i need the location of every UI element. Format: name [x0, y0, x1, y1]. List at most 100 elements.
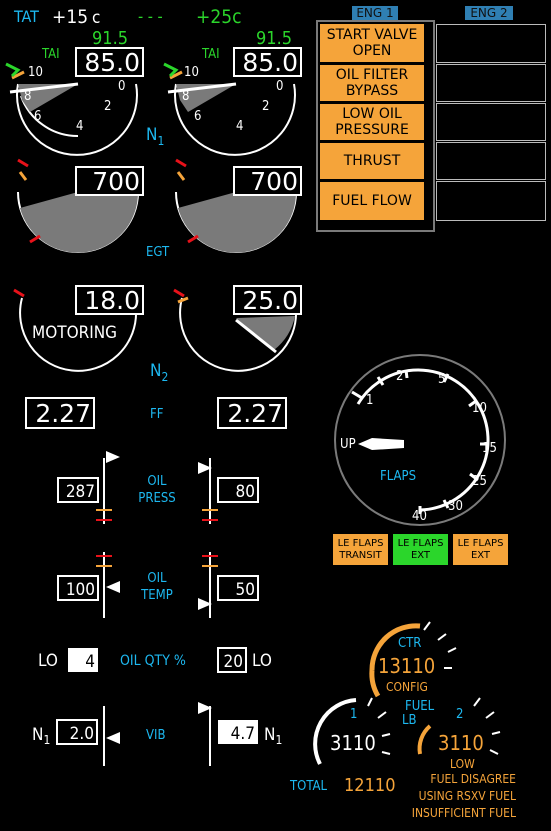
- n1-left-tick-0: 0: [118, 79, 125, 94]
- le-flaps-transit-light: LE FLAPS TRANSIT: [333, 534, 388, 565]
- n1-left-target: 91.5: [92, 28, 128, 49]
- fuel-tank1-gauge: 1 3110: [313, 697, 391, 765]
- n1-right-tick-2: 2: [262, 99, 269, 114]
- alert-eng2-slot-2: [436, 64, 546, 102]
- oil-qty-left-lo: LO: [38, 651, 58, 671]
- egt-left-gauge: 700: [17, 158, 144, 253]
- oil-qty-label: OIL QTY %: [120, 653, 186, 669]
- n1-right-tick-4: 4: [236, 119, 243, 134]
- n1-left-tick-6: 6: [34, 109, 41, 124]
- alert-oil-filter-bypass: OIL FILTER BYPASS: [320, 65, 424, 101]
- vib-right-n-label: N1: [264, 725, 282, 747]
- n2-right-value: 25.0: [242, 286, 298, 315]
- alert-eng2-slot-1: [436, 24, 546, 63]
- oil-press-right-value: 80: [236, 482, 255, 502]
- fuel-tank1-value: 3110: [330, 731, 376, 755]
- eng2-header: ENG 2: [465, 6, 513, 20]
- n1-left-gauge: 91.5 TAI 10 8 6 4 2 0 85.0: [5, 28, 144, 156]
- egt-label: EGT: [146, 245, 170, 260]
- oil-temp-right-value: 50: [236, 580, 255, 600]
- oil-temp-left-scale: 100: [57, 552, 120, 618]
- flaps-mark-30: 30: [448, 499, 463, 514]
- alert-eng2-slot-3: [436, 103, 546, 141]
- n1-right-value: 85.0: [242, 48, 298, 77]
- flaps-mark-25: 25: [472, 474, 487, 489]
- tai-left-label: TAI: [41, 47, 60, 62]
- n2-right-gauge: 25.0: [173, 285, 302, 372]
- n1-left-tick-10: 10: [28, 65, 43, 80]
- fuel-ctr-value: 13110: [378, 654, 435, 678]
- n1-left-tick-4: 4: [76, 119, 83, 134]
- n1-left-tick-8: 8: [24, 89, 31, 104]
- oil-press-left-scale: 287: [57, 451, 120, 524]
- fuel-lb-label: LB: [402, 713, 417, 728]
- fuel-msg-insufficient: INSUFFICIENT FUEL: [412, 806, 516, 820]
- tat-unit: c: [92, 8, 100, 28]
- flaps-mark-1: 1: [366, 393, 373, 408]
- oil-press-left-value: 287: [66, 482, 95, 502]
- n2-label: N2: [150, 361, 168, 384]
- oil-temp-right-scale: 50: [198, 552, 259, 618]
- vib-left-value: 2.0: [70, 724, 94, 744]
- fuel-msg-rsxv: USING RSXV FUEL: [419, 789, 516, 803]
- oil-temp-left-value: 100: [66, 580, 95, 600]
- eng1-header: ENG 1: [352, 6, 398, 20]
- le-flaps-ext-green-light: LE FLAPS EXT: [393, 534, 448, 565]
- alert-low-oil-pressure: LOW OIL PRESSURE: [320, 104, 424, 140]
- fuel-tank2-label: 2: [456, 707, 463, 722]
- fuel-total-value: 12110: [344, 775, 396, 796]
- vib-right-scale: [198, 702, 212, 766]
- fuel-msg-disagree: FUEL DISAGREE: [430, 772, 516, 786]
- egt-left-value: 700: [92, 167, 140, 196]
- n2-left-value: 18.0: [84, 286, 140, 315]
- flaps-mark-15: 15: [482, 441, 497, 456]
- oil-press-label-2: PRESS: [138, 491, 175, 506]
- fuel-total-label: TOTAL: [289, 779, 327, 794]
- alert-fuel-flow: FUEL FLOW: [320, 182, 424, 220]
- vib-label: VIB: [146, 728, 165, 743]
- oil-press-right-scale: 80: [198, 458, 259, 524]
- fuel-tank2-value: 3110: [438, 731, 484, 755]
- motoring-label: MOTORING: [32, 323, 117, 343]
- oil-temp-label-2: TEMP: [140, 588, 173, 603]
- n1-label: N1: [146, 125, 164, 148]
- oil-qty-left-value: 4: [85, 652, 95, 672]
- ff-right-value: 2.27: [227, 399, 283, 428]
- flaps-mark-10: 10: [472, 401, 487, 416]
- flaps-mark-5: 5: [438, 372, 445, 387]
- tai-right-label: TAI: [201, 47, 220, 62]
- oil-temp-label-1: OIL: [147, 571, 167, 586]
- alert-eng2-slot-4: [436, 142, 546, 180]
- flaps-label: FLAPS: [380, 469, 416, 484]
- vib-left-n-label: N1: [32, 725, 50, 747]
- flaps-mark-40: 40: [412, 509, 427, 524]
- egt-right-gauge: 700: [175, 158, 302, 253]
- alert-start-valve-open: START VALVE OPEN: [320, 24, 424, 62]
- n1-left-value: 85.0: [84, 48, 140, 77]
- egt-right-value: 700: [250, 167, 298, 196]
- fuel-ctr-label: CTR: [398, 636, 421, 651]
- tat-value: +15: [52, 6, 88, 28]
- fuel-tank1-label: 1: [350, 707, 357, 722]
- alert-thrust: THRUST: [320, 143, 424, 179]
- n1-right-tick-6: 6: [194, 109, 201, 124]
- n1-right-tick-10: 10: [184, 65, 199, 80]
- flaps-up-label: UP: [340, 437, 356, 452]
- alert-eng2-slot-5: [436, 181, 546, 221]
- n1-right-tick-8: 8: [182, 89, 189, 104]
- n1-right-gauge: 91.5 TAI 10 8 6 4 2 0 85.0: [163, 28, 302, 156]
- fuel-label: FUEL: [405, 699, 435, 714]
- vib-left-scale: [103, 706, 120, 766]
- fuel-ctr-gauge: CTR 13110 CONFIG: [369, 621, 457, 698]
- flaps-gauge: 1 2 5 10 15 25 30 40 UP FLAPS: [334, 354, 506, 526]
- n2-left-gauge: 18.0 MOTORING: [13, 285, 144, 372]
- vib-right-value: 4.7: [231, 724, 255, 744]
- n1-right-target: 91.5: [256, 28, 292, 49]
- flaps-mark-2: 2: [396, 369, 403, 384]
- le-flaps-ext-amber-light: LE FLAPS EXT: [453, 534, 508, 565]
- selected-temp: +25c: [196, 6, 241, 28]
- oil-press-label-1: OIL: [147, 474, 167, 489]
- tat-label: TAT: [13, 7, 39, 26]
- oil-qty-right-value: 20: [224, 652, 243, 672]
- n1-left-tick-2: 2: [104, 99, 111, 114]
